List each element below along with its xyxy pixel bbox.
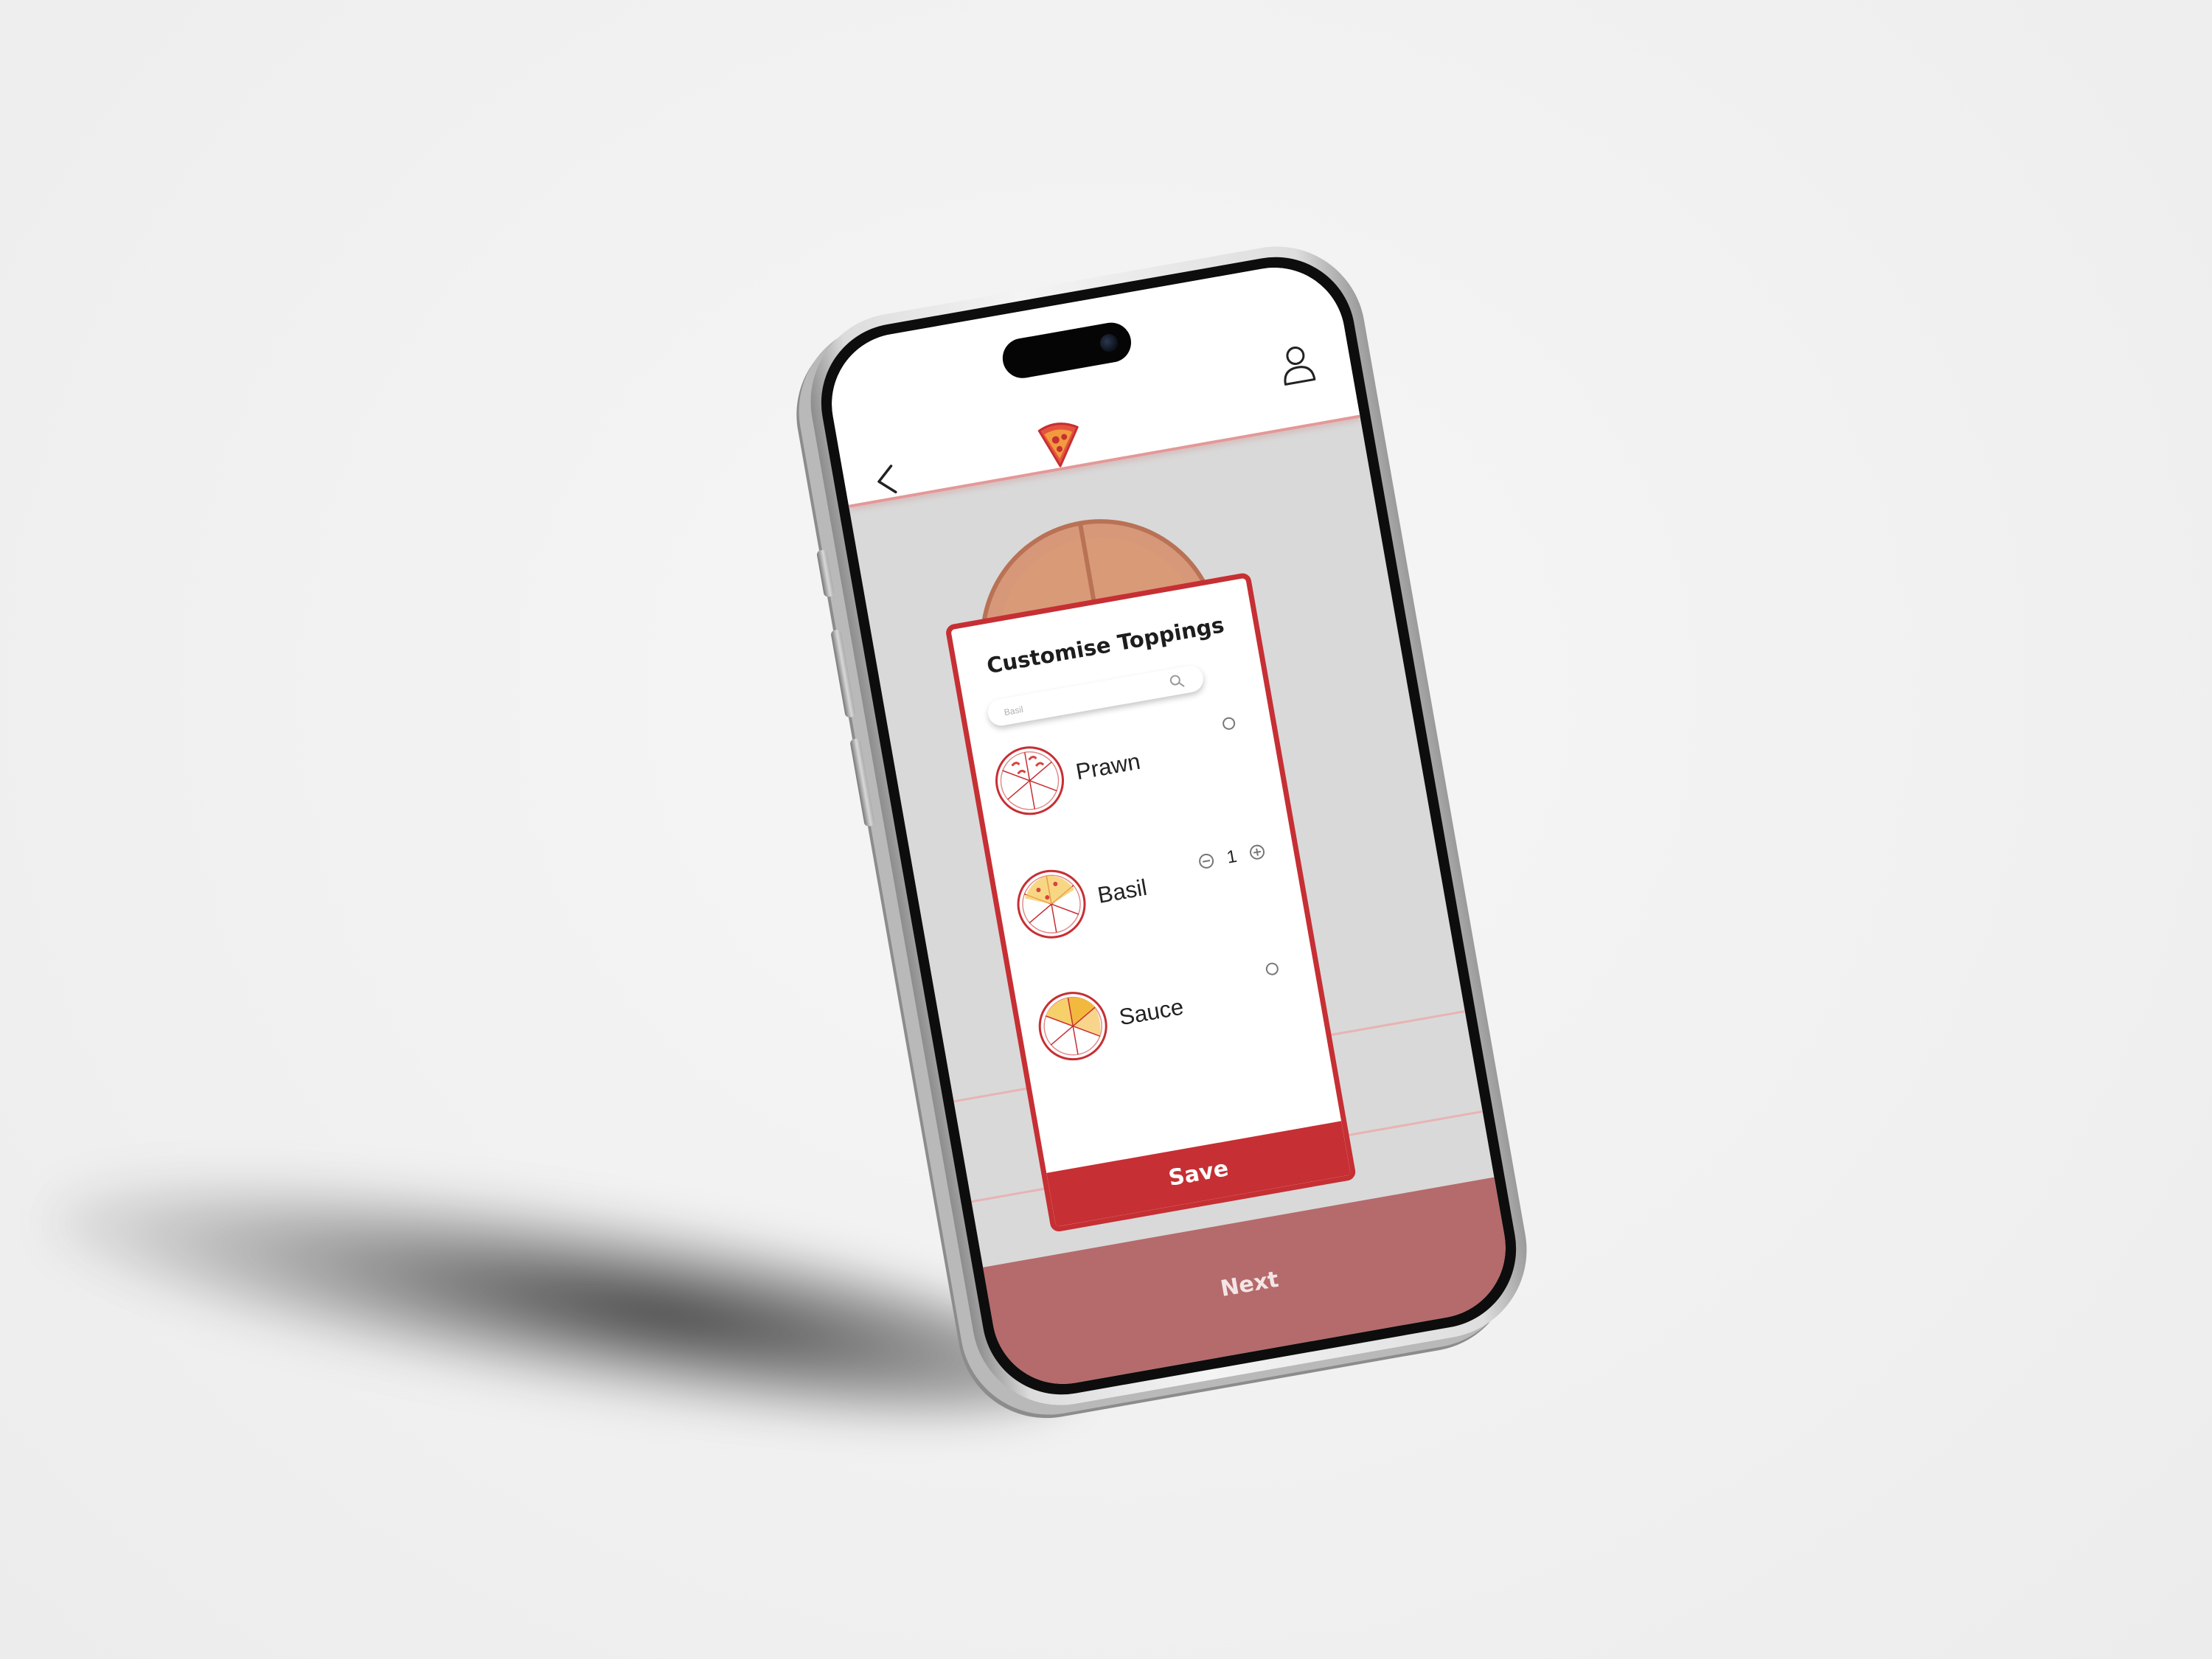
quantity-value: 1 [1225,846,1239,868]
topping-name: Basil [1095,874,1150,908]
topping-radio[interactable] [1265,961,1280,976]
back-icon[interactable] [869,462,906,499]
front-camera [1099,333,1119,354]
plus-icon[interactable] [1248,843,1266,861]
topping-name: Sauce [1117,993,1186,1031]
app-screen: Customise Toppings Basil Prawn Basil 1 S… [820,256,1517,1396]
pizza-slice-icon [1037,422,1079,467]
user-icon[interactable] [1276,341,1318,388]
dynamic-island [999,319,1135,382]
topping-radio[interactable] [1221,716,1237,731]
topping-row-basil: Basil 1 [1010,832,1271,955]
topping-row-sauce: Sauce [1032,954,1293,1077]
basil-pizza-icon [1017,869,1086,939]
search-icon[interactable] [1169,673,1186,690]
quantity-stepper: 1 [1197,841,1267,874]
search-input-value: Basil [1003,703,1024,718]
silent-switch [816,549,835,598]
minus-icon[interactable] [1197,852,1215,870]
modal-title: Customise Toppings [984,612,1226,679]
prawn-pizza-icon [995,746,1065,815]
sauce-pizza-icon [1038,992,1107,1061]
topping-name: Prawn [1074,748,1143,785]
topping-row-prawn: Prawn [989,709,1250,832]
customise-toppings-modal: Customise Toppings Basil Prawn Basil 1 S… [945,571,1357,1233]
phone-shadow [36,1129,1085,1467]
phone-mockup: Customise Toppings Basil Prawn Basil 1 S… [796,232,1541,1419]
